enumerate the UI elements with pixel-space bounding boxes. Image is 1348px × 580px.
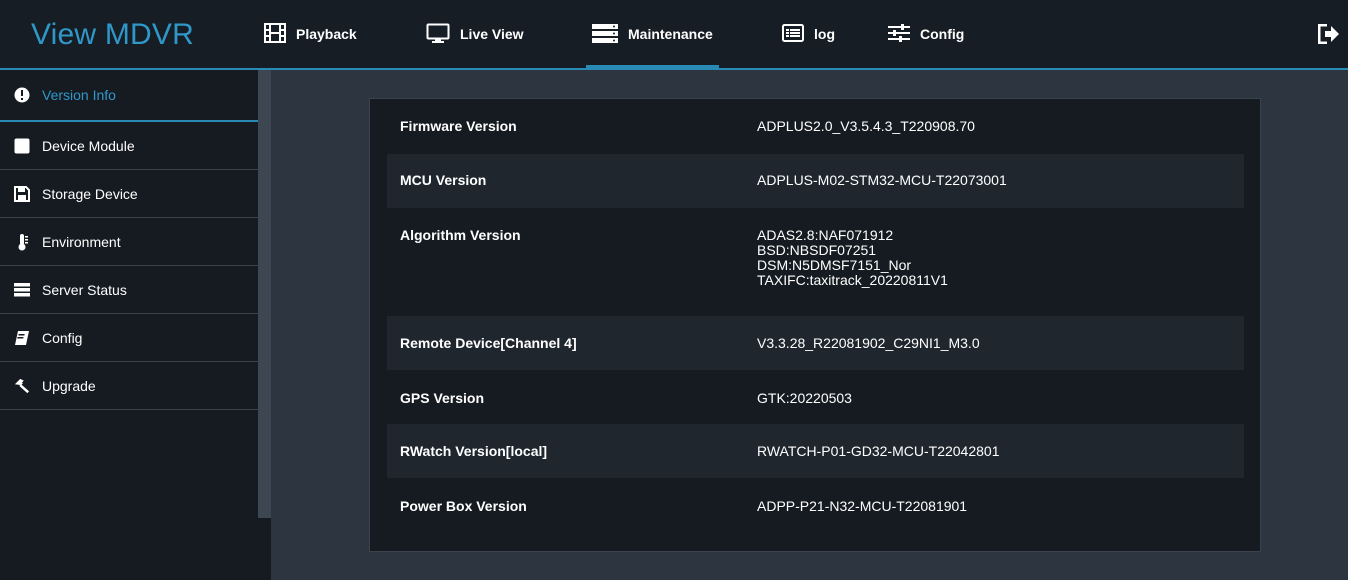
version-value: V3.3.28_R22081902_C29NI1_M3.0: [757, 335, 980, 351]
book-icon: [14, 330, 30, 346]
sidebar: Version Info Device Module Storage Devic…: [0, 70, 258, 580]
nav-tab-playback[interactable]: Playback: [264, 0, 357, 68]
sidebar-item-label: Storage Device: [42, 185, 138, 202]
version-value-line: ADAS2.8:NAF071912: [757, 227, 894, 243]
monitor-icon: [426, 23, 450, 46]
version-value-line: DSM:N5DMSF7151_Nor: [757, 257, 912, 273]
version-value: ADPLUS-M02-STM32-MCU-T22073001: [757, 172, 1007, 188]
sliders-icon: [888, 23, 910, 45]
version-value: GTK:20220503: [757, 390, 852, 406]
nav-tab-label: log: [814, 26, 835, 42]
version-value-line: TAXIFC:taxitrack_20220811V1: [757, 272, 948, 288]
version-label: Power Box Version: [400, 498, 527, 514]
version-row-remote-device: Remote Device[Channel 4] V3.3.28_R220819…: [387, 316, 1244, 370]
sidebar-item-label: Upgrade: [42, 377, 96, 394]
server-icon: [592, 23, 618, 46]
sidebar-item-label: Version Info: [42, 87, 116, 103]
sidebar-scrollbar[interactable]: [258, 70, 271, 518]
version-row-mcu: MCU Version ADPLUS-M02-STM32-MCU-T220730…: [387, 154, 1244, 208]
version-label: MCU Version: [400, 172, 487, 188]
nav-tab-label: Config: [920, 26, 965, 42]
version-label: Remote Device[Channel 4]: [400, 335, 577, 351]
sidebar-item-config[interactable]: Config: [0, 314, 258, 362]
sidebar-footer: [258, 518, 271, 580]
sidebar-item-storage-device[interactable]: Storage Device: [0, 170, 258, 218]
nav-tab-label: Live View: [460, 26, 524, 42]
nav-tab-label: Playback: [296, 26, 357, 42]
version-value: RWATCH-P01-GD32-MCU-T22042801: [757, 443, 1000, 459]
sidebar-item-label: Device Module: [42, 137, 135, 154]
version-value-lines: ADAS2.8:NAF071912 BSD:NBSDF07251 DSM:N5D…: [757, 228, 948, 288]
square-icon: [14, 138, 30, 154]
hammer-icon: [14, 378, 30, 394]
version-label: Algorithm Version: [400, 227, 521, 243]
version-label: Firmware Version: [400, 118, 517, 134]
sidebar-item-label: Environment: [42, 233, 121, 250]
app-title: View MDVR: [31, 18, 194, 51]
version-row-firmware: Firmware Version ADPLUS2.0_V3.5.4.3_T220…: [387, 99, 1244, 154]
version-info-panel: Firmware Version ADPLUS2.0_V3.5.4.3_T220…: [369, 98, 1261, 552]
sidebar-item-version-info[interactable]: Version Info: [0, 70, 258, 122]
nav-tab-label: Maintenance: [628, 26, 713, 42]
version-row-algorithm: Algorithm Version ADAS2.8:NAF071912 BSD:…: [387, 208, 1244, 316]
sidebar-item-label: Server Status: [42, 281, 127, 298]
version-row-power-box: Power Box Version ADPP-P21-N32-MCU-T2208…: [387, 478, 1244, 532]
version-value: ADPP-P21-N32-MCU-T22081901: [757, 498, 968, 514]
nav-tab-live-view[interactable]: Live View: [426, 0, 524, 68]
nav-tab-log[interactable]: log: [782, 0, 835, 68]
sidebar-item-upgrade[interactable]: Upgrade: [0, 362, 258, 410]
info-icon: [14, 87, 30, 103]
version-value-line: BSD:NBSDF07251: [757, 242, 877, 258]
server-icon: [14, 282, 30, 298]
film-icon: [264, 22, 286, 46]
sidebar-item-label: Config: [42, 329, 83, 346]
list-icon: [782, 23, 804, 45]
version-label: GPS Version: [400, 390, 485, 406]
sidebar-item-server-status[interactable]: Server Status: [0, 266, 258, 314]
floppy-icon: [14, 185, 30, 202]
nav-tab-maintenance[interactable]: Maintenance: [586, 0, 719, 69]
sidebar-item-environment[interactable]: Environment: [0, 218, 258, 266]
nav-tab-config[interactable]: Config: [888, 0, 964, 68]
sidebar-item-device-module[interactable]: Device Module: [0, 122, 258, 170]
version-label: RWatch Version[local]: [400, 443, 548, 459]
version-row-rwatch: RWatch Version[local] RWATCH-P01-GD32-MC…: [387, 424, 1244, 478]
logout-icon[interactable]: [1317, 23, 1340, 49]
top-navigation-bar: View MDVR Playback Live View Maintenance…: [0, 0, 1348, 70]
thermometer-icon: [14, 233, 30, 250]
version-value: ADPLUS2.0_V3.5.4.3_T220908.70: [757, 118, 975, 134]
version-row-gps: GPS Version GTK:20220503: [387, 370, 1244, 424]
